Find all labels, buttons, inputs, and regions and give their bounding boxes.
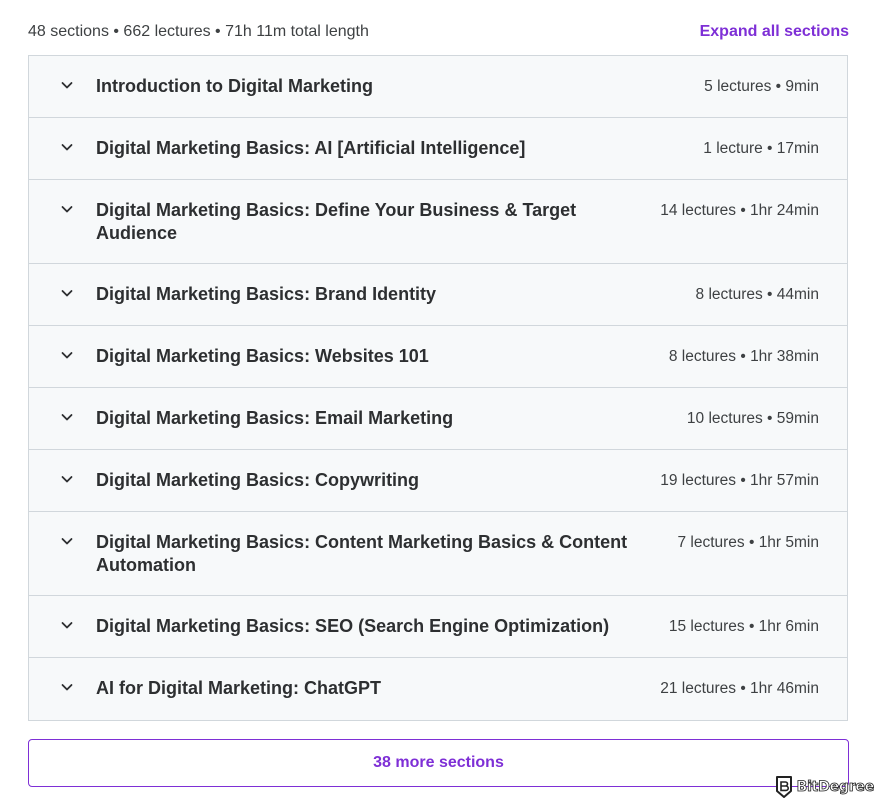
section-row[interactable]: Digital Marketing Basics: Email Marketin… (29, 388, 847, 450)
section-meta: 7 lectures • 1hr 5min (677, 534, 819, 551)
course-summary: 48 sections • 662 lectures • 71h 11m tot… (28, 23, 369, 40)
section-title: Digital Marketing Basics: Define Your Bu… (96, 200, 577, 243)
section-meta: 8 lectures • 1hr 38min (668, 348, 819, 365)
section-title: Digital Marketing Basics: SEO (Search En… (96, 616, 610, 636)
section-meta: 8 lectures • 44min (695, 286, 819, 303)
section-row[interactable]: Digital Marketing Basics: Copywriting 19 … (29, 450, 847, 512)
section-meta: 19 lectures • 1hr 57min (660, 472, 819, 489)
watermark-text: BitDegree (796, 779, 874, 796)
bitdegree-logo-icon (775, 776, 792, 798)
chevron-down-icon (59, 77, 75, 93)
chevron-down-icon (59, 201, 75, 217)
section-meta: 1 lecture • 17min (703, 140, 819, 157)
section-title: Digital Marketing Basics: Email Marketin… (96, 408, 454, 428)
section-meta: 5 lectures • 9min (704, 78, 819, 95)
chevron-down-icon (59, 139, 75, 155)
sections-list: Introduction to Digital Marketing 5 lectu… (28, 55, 848, 721)
curriculum-header: 48 sections • 662 lectures • 71h 11m tot… (28, 20, 849, 44)
section-meta: 15 lectures • 1hr 6min (668, 618, 819, 635)
section-meta: 10 lectures • 59min (686, 410, 819, 427)
chevron-down-icon (59, 471, 75, 487)
section-title: Digital Marketing Basics: AI [Artificial… (96, 138, 526, 158)
chevron-down-icon (59, 679, 75, 695)
section-row[interactable]: Digital Marketing Basics: Websites 101 8 … (29, 326, 847, 388)
more-sections-button[interactable]: 38 more sections (28, 739, 849, 787)
section-row[interactable]: Digital Marketing Basics: Define Your Bu… (29, 180, 847, 264)
section-title: Introduction to Digital Marketing (96, 76, 373, 96)
section-meta: 14 lectures • 1hr 24min (660, 202, 819, 219)
watermark: BitDegree (775, 774, 875, 800)
chevron-down-icon (59, 285, 75, 301)
section-title: Digital Marketing Basics: Content Market… (96, 532, 628, 575)
expand-all-sections-link[interactable]: Expand all sections (700, 23, 849, 41)
section-row[interactable]: Digital Marketing Basics: Brand Identity… (29, 264, 847, 326)
section-row[interactable]: Digital Marketing Basics: AI [Artificial… (29, 118, 847, 180)
section-title: Digital Marketing Basics: Brand Identity (96, 284, 437, 304)
chevron-down-icon (59, 347, 75, 363)
section-row[interactable]: Digital Marketing Basics: Content Market… (29, 512, 847, 596)
section-row[interactable]: Digital Marketing Basics: SEO (Search En… (29, 596, 847, 658)
chevron-down-icon (59, 617, 75, 633)
section-title: AI for Digital Marketing: ChatGPT (96, 678, 382, 698)
section-meta: 21 lectures • 1hr 46min (660, 680, 819, 697)
section-title: Digital Marketing Basics: Websites 101 (96, 346, 429, 366)
section-title: Digital Marketing Basics: Copywriting (96, 470, 420, 490)
section-row[interactable]: AI for Digital Marketing: ChatGPT 21 lect… (29, 658, 847, 720)
section-row[interactable]: Introduction to Digital Marketing 5 lectu… (29, 56, 847, 118)
chevron-down-icon (59, 533, 75, 549)
chevron-down-icon (59, 409, 75, 425)
